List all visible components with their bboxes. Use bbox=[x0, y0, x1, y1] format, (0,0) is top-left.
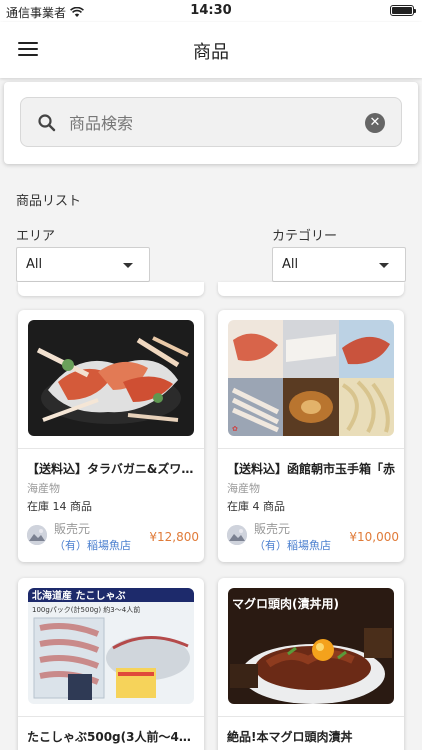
product-image-crab bbox=[28, 320, 194, 436]
product-image-seafood-box: ✿ bbox=[228, 320, 394, 436]
category-label: カテゴリー bbox=[272, 229, 338, 244]
seller-name-link[interactable]: （有）稲場魚店 bbox=[254, 537, 331, 553]
product-stock: 在庫 4 商品 bbox=[227, 500, 285, 513]
area-label: エリア bbox=[16, 229, 56, 244]
product-card-partial[interactable] bbox=[218, 282, 404, 296]
product-price: ¥12,800 bbox=[149, 530, 199, 544]
search-input[interactable] bbox=[69, 108, 359, 138]
seller-label: 販売元 bbox=[254, 522, 291, 536]
product-card-partial[interactable] bbox=[18, 282, 204, 296]
product-name: 絶品!本マグロ頭肉漬丼 bbox=[227, 730, 353, 744]
product-name: 【送料込】函館朝市玉手箱「赤 bbox=[227, 462, 396, 476]
chevron-down-icon bbox=[379, 263, 389, 268]
product-image-tuna-bowl: マグロ頭肉(漬丼用) bbox=[228, 588, 394, 704]
clear-search-icon[interactable]: ✕ bbox=[365, 113, 385, 133]
category-select[interactable]: All bbox=[272, 247, 406, 282]
product-image-octopus: 北海道産 たこしゃぶ 100gパック(計500g) 約3〜4人前 bbox=[28, 588, 194, 704]
image-caption: マグロ頭肉(漬丼用) bbox=[232, 596, 339, 611]
image-subcaption: 100gパック(計500g) 約3〜4人前 bbox=[32, 605, 140, 614]
product-card[interactable]: 【送料込】タラバガニ&ズワイガニ 海産物 在庫 14 商品 販売元 （有）稲場魚… bbox=[18, 310, 204, 562]
svg-text:✿: ✿ bbox=[232, 425, 238, 433]
seller-name-link[interactable]: （有）稲場魚店 bbox=[54, 537, 131, 553]
product-category: 海産物 bbox=[227, 482, 260, 495]
app-bar: 商品 bbox=[0, 22, 422, 78]
product-card[interactable]: マグロ頭肉(漬丼用) 絶品!本マグロ頭肉漬丼 bbox=[218, 578, 404, 750]
product-list-heading: 商品リスト bbox=[16, 194, 82, 209]
status-bar: 通信事業者 14:30 bbox=[0, 0, 422, 22]
product-card[interactable]: ✿ 【送料込】函館朝市玉手箱「赤 海産物 在庫 4 商品 販売元 （有）稲場魚店… bbox=[218, 310, 404, 562]
page-title: 商品 bbox=[193, 42, 229, 63]
product-name: たこしゃぶ500g(3人前〜4人前) bbox=[27, 730, 197, 744]
search-card: ✕ bbox=[4, 82, 418, 164]
image-caption: 北海道産 たこしゃぶ bbox=[32, 589, 125, 602]
status-time: 14:30 bbox=[190, 3, 232, 18]
seller-label: 販売元 bbox=[54, 522, 91, 536]
area-select[interactable]: All bbox=[16, 247, 150, 282]
seller-avatar bbox=[227, 525, 247, 545]
battery-icon bbox=[390, 5, 416, 16]
product-stock: 在庫 14 商品 bbox=[27, 500, 92, 513]
area-select-value: All bbox=[26, 257, 43, 272]
product-name: 【送料込】タラバガニ&ズワイガニ bbox=[27, 462, 197, 476]
seller-avatar bbox=[27, 525, 47, 545]
search-icon bbox=[38, 114, 56, 132]
chevron-down-icon bbox=[123, 263, 133, 268]
product-category: 海産物 bbox=[27, 482, 60, 495]
product-card[interactable]: 北海道産 たこしゃぶ 100gパック(計500g) 約3〜4人前 たこしゃぶ50… bbox=[18, 578, 204, 750]
category-select-value: All bbox=[282, 257, 299, 272]
search-box[interactable]: ✕ bbox=[20, 97, 402, 147]
product-price: ¥10,000 bbox=[349, 530, 399, 544]
